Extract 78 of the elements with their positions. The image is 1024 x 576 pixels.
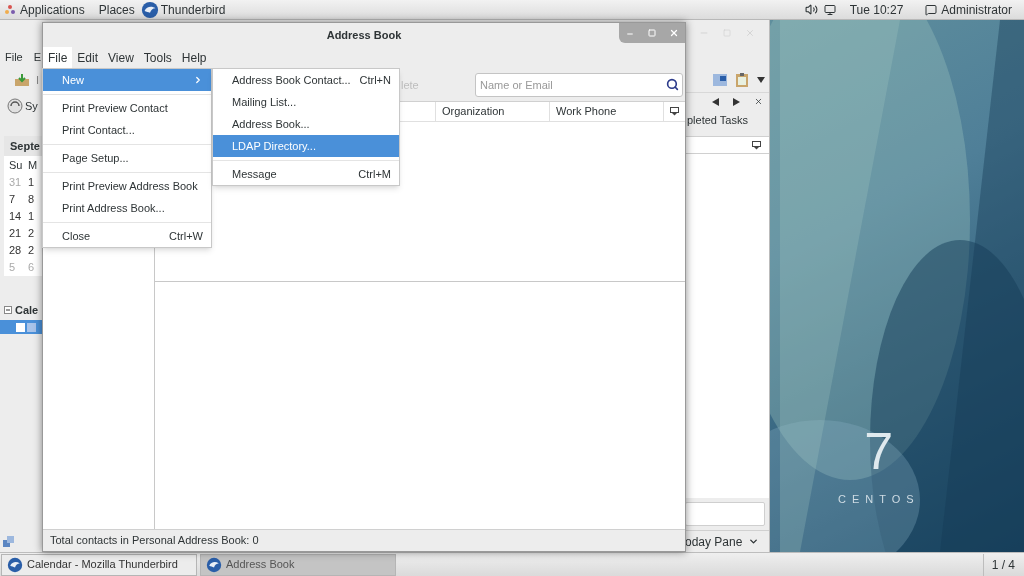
maximize-icon (648, 29, 656, 37)
app-menu[interactable]: Thunderbird (160, 0, 226, 19)
dropdown-arrow-icon[interactable] (757, 77, 765, 83)
day-cell[interactable]: 2 (23, 225, 42, 242)
column-picker-icon[interactable] (752, 140, 761, 150)
collapse-icon[interactable] (4, 306, 12, 314)
menu-item[interactable]: Print Contact... (43, 119, 211, 141)
today-pane-button[interactable]: oday Pane (685, 532, 743, 551)
menu-item[interactable]: Mailing List... (213, 91, 399, 113)
day-cell[interactable]: 1 (23, 174, 42, 191)
window-title: Address Book (326, 27, 402, 43)
status-text: Total contacts in Personal Address Book: 0 (50, 533, 259, 549)
checkbox[interactable] (16, 322, 25, 332)
volume-icon[interactable] (804, 3, 818, 16)
close-icon (669, 28, 679, 38)
taskbar-button[interactable]: Calendar - Mozilla Thunderbird (1, 553, 197, 576)
day-cell[interactable]: 2 (23, 242, 42, 259)
shortcut-label: Ctrl+N (359, 72, 391, 88)
sync-label[interactable]: Sy (25, 97, 38, 115)
taskbar-button[interactable]: Address Book (200, 553, 396, 576)
windows-icon[interactable] (3, 536, 15, 548)
menu-item[interactable]: File (5, 48, 23, 66)
search-field[interactable]: Name or Email (475, 73, 683, 97)
menu-item[interactable]: Tools (138, 47, 177, 69)
column-header[interactable]: Work Phone (550, 102, 664, 121)
menu-item[interactable]: Address Book Contact... Ctrl+N (213, 69, 399, 91)
weekday-label: M (27, 157, 39, 173)
menu-item[interactable]: Close Ctrl+W (43, 225, 211, 247)
tab[interactable]: pleted Tasks (687, 111, 748, 129)
day-cell[interactable]: 21 (4, 225, 23, 242)
next-icon[interactable] (733, 97, 740, 106)
bird-logo-icon (140, 0, 159, 19)
section-header[interactable]: Cale (15, 301, 39, 319)
clipboard-icon[interactable] (736, 73, 748, 87)
logo-number: 7 (864, 425, 894, 477)
close-icon[interactable] (754, 97, 763, 106)
shortcut-label: Ctrl+W (169, 228, 203, 244)
day-cell[interactable]: 8 (23, 191, 42, 208)
calendar-row[interactable] (0, 320, 42, 334)
sync-icon[interactable] (7, 98, 23, 114)
calendar-icon[interactable] (713, 74, 727, 86)
column-picker-icon[interactable] (670, 107, 679, 116)
menu-item[interactable]: Print Preview Address Book (43, 175, 211, 197)
minimize-icon (626, 30, 634, 38)
day-cell[interactable]: 7 (4, 191, 23, 208)
day-cell[interactable]: 1 (23, 208, 42, 225)
menu-item[interactable]: Help (176, 47, 212, 69)
import-icon[interactable] (14, 73, 30, 87)
input-field[interactable] (685, 502, 765, 526)
menu-item[interactable]: Print Preview Contact (43, 97, 211, 119)
month-title: Septe (4, 136, 42, 156)
search-icon[interactable] (666, 78, 679, 91)
menu-item[interactable]: Address Book... (213, 113, 399, 135)
weekday-label: Su (8, 157, 23, 173)
network-icon[interactable] (823, 3, 836, 16)
bird-logo-icon (7, 556, 23, 573)
menu-item[interactable]: Print Address Book... (43, 197, 211, 219)
day-cell[interactable]: 28 (4, 242, 23, 259)
apps-icon (4, 3, 16, 16)
menu-item[interactable]: View (103, 47, 139, 69)
menu-item[interactable]: Page Setup... (43, 147, 211, 169)
calendar-color-swatch (27, 322, 36, 332)
clock[interactable]: Tue 10:27 (849, 0, 904, 19)
day-cell[interactable]: 14 (4, 208, 23, 225)
workspace-switcher[interactable]: 1 / 4 (982, 553, 1023, 576)
user-menu[interactable]: Administrator (941, 0, 1012, 19)
menu-item[interactable]: File (43, 47, 73, 69)
places-menu[interactable]: Places (98, 0, 135, 19)
menu-item[interactable]: E (33, 48, 42, 66)
column-header[interactable]: Organization (436, 102, 550, 121)
bird-logo-icon (206, 556, 222, 573)
chevron-icon[interactable] (748, 536, 760, 547)
shortcut-label: Ctrl+M (358, 166, 391, 182)
previous-icon[interactable] (712, 97, 719, 106)
menu-item[interactable]: Message Ctrl+M (213, 163, 399, 185)
logo-wordmark: CENTOS (838, 492, 920, 507)
menu-item[interactable]: Edit (72, 47, 104, 69)
applications-menu[interactable]: Applications (20, 0, 85, 19)
